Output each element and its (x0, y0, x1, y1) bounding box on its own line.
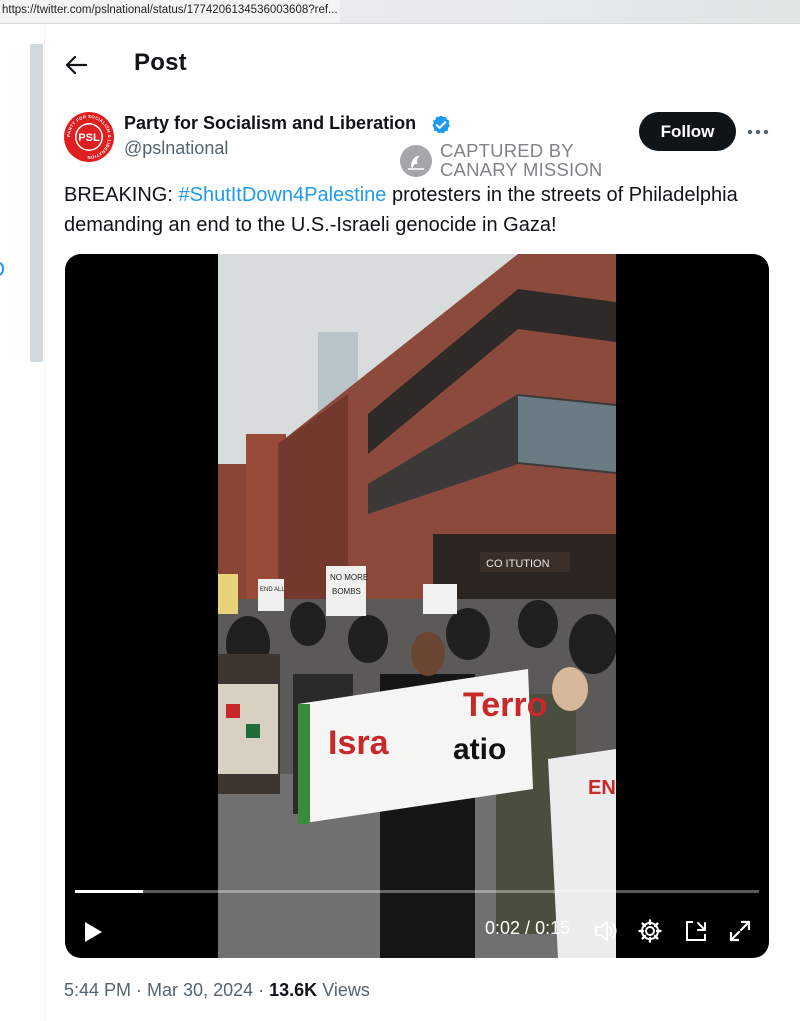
author-name[interactable]: Party for Socialism and Liberation (124, 113, 416, 134)
follow-button[interactable]: Follow (639, 112, 736, 151)
page-title: Post (134, 49, 187, 76)
views-count: 13.6K (269, 980, 318, 1000)
picture-in-picture-button[interactable] (683, 918, 709, 944)
browser-url-bar[interactable]: https://twitter.com/pslnational/status/1… (0, 0, 800, 24)
video-progress-fill (75, 890, 144, 893)
meta-separator: · (253, 980, 270, 1000)
play-icon (85, 922, 102, 942)
banner-text-bottom: atio (453, 733, 506, 766)
fullscreen-button[interactable] (727, 918, 753, 944)
play-button[interactable] (79, 918, 107, 946)
banner-text-right: Terro (463, 686, 547, 724)
arrow-left-icon (65, 55, 87, 75)
video-time: 0:02 / 0:15 (485, 918, 570, 939)
current-time: 0:02 (485, 918, 521, 938)
sign-no-more: NO MORE (330, 573, 368, 582)
left-sidebar (0, 24, 45, 1021)
tweet-meta: 5:44 PM · Mar 30, 2024 · 13.6K Views (64, 980, 370, 1001)
settings-button[interactable] (637, 918, 663, 944)
url-text: https://twitter.com/pslnational/status/1… (2, 4, 338, 16)
scrollbar[interactable] (30, 44, 43, 362)
back-button[interactable] (58, 50, 94, 80)
verified-badge-icon (432, 115, 450, 134)
views-label: Views (322, 980, 370, 1000)
video-frame: CO ITUTION NO MORE BOMBS END ALL Isra Te… (218, 254, 616, 958)
sign-bombs: BOMBS (332, 587, 361, 596)
volume-icon (595, 921, 617, 941)
more-horizontal-icon (747, 129, 769, 135)
watermark-text: CAPTURED BY CANARY MISSION (440, 141, 603, 179)
meta-separator: · (131, 980, 148, 1000)
picture-in-picture-icon (686, 921, 706, 941)
banner-text-left: Isra (328, 724, 390, 762)
sidebar-indicator-icon (0, 262, 4, 276)
author-handle[interactable]: @pslnational (124, 138, 228, 159)
avatar-logo-text: PSL (78, 132, 100, 144)
more-button[interactable] (746, 120, 770, 144)
avatar[interactable]: PSL PARTY FOR SOCIALISM & LIBERATION (64, 112, 114, 162)
gear-icon (638, 919, 662, 943)
time-separator: / (520, 918, 536, 938)
sign-right-text: EN (588, 777, 616, 799)
tweet-text: BREAKING: #ShutItDown4Palestine proteste… (64, 180, 764, 240)
storefront-sign: CO ITUTION (486, 558, 550, 570)
volume-button[interactable] (593, 918, 619, 944)
sign-end-all: END ALL (260, 587, 285, 593)
psl-logo: PSL PARTY FOR SOCIALISM & LIBERATION (65, 113, 113, 161)
tweet-prefix: BREAKING: (64, 184, 179, 206)
hashtag-link[interactable]: #ShutItDown4Palestine (178, 184, 386, 206)
watermark-line-2: CANARY MISSION (440, 159, 603, 180)
canary-mission-watermark: CAPTURED BY CANARY MISSION (400, 141, 640, 181)
post-header: Post (44, 24, 800, 104)
canary-logo-icon (400, 145, 432, 177)
post-date[interactable]: Mar 30, 2024 (147, 980, 253, 1000)
duration: 0:15 (535, 918, 571, 938)
video-progress-bar[interactable] (75, 890, 759, 893)
watermark-line-1: CAPTURED BY (440, 140, 574, 161)
post-time[interactable]: 5:44 PM (64, 980, 131, 1000)
fullscreen-icon (729, 920, 751, 942)
video-player[interactable]: CO ITUTION NO MORE BOMBS END ALL Isra Te… (65, 254, 769, 958)
